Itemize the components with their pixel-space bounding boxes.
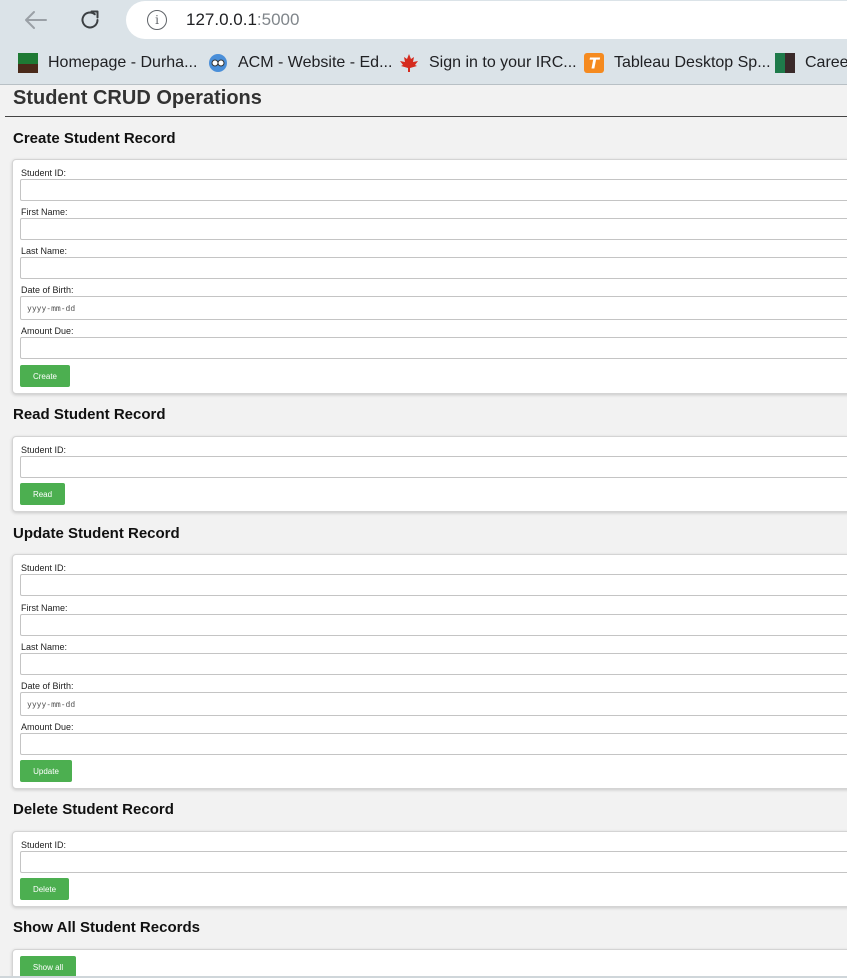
durham-icon <box>18 53 38 73</box>
career-icon <box>775 53 795 73</box>
create-student-id-label: Student ID: <box>21 168 67 178</box>
update-dob-input[interactable]: yyyy-mm-dd <box>20 692 847 716</box>
delete-student-id-input[interactable] <box>20 851 847 873</box>
read-form: Student ID: Read <box>12 436 847 512</box>
show-all-button[interactable]: Show all <box>20 956 76 978</box>
url-host: 127.0.0.1 <box>186 10 257 29</box>
browser-toolbar: i 127.0.0.1:5000 <box>0 0 847 40</box>
title-divider <box>5 116 847 117</box>
create-dob-placeholder: yyyy-mm-dd <box>27 303 76 313</box>
update-form: Student ID: First Name: Last Name: Date … <box>12 554 847 789</box>
bookmarks-bar: Homepage - Durha... ACM - Website - Ed..… <box>0 40 847 85</box>
read-heading: Read Student Record <box>13 406 166 423</box>
update-heading: Update Student Record <box>13 525 180 542</box>
update-button[interactable]: Update <box>20 760 72 782</box>
maple-leaf-icon <box>399 53 419 73</box>
create-first-name-label: First Name: <box>21 207 68 217</box>
bookmark-tableau[interactable]: T Tableau Desktop Sp... <box>584 51 771 75</box>
bookmark-label: Homepage - Durha... <box>48 54 198 71</box>
bookmark-career[interactable]: Career <box>775 51 847 75</box>
update-amount-label: Amount Due: <box>21 722 74 732</box>
arrow-left-icon <box>25 11 47 29</box>
reload-icon <box>81 10 99 29</box>
bookmark-label: Sign in to your IRC... <box>429 54 577 71</box>
reload-button[interactable] <box>76 6 104 34</box>
site-info-icon[interactable]: i <box>147 10 167 30</box>
url-text[interactable]: 127.0.0.1:5000 <box>186 10 299 30</box>
create-button[interactable]: Create <box>20 365 70 387</box>
create-last-name-input[interactable] <box>20 257 847 279</box>
bookmark-ircc[interactable]: Sign in to your IRC... <box>399 51 577 75</box>
update-student-id-label: Student ID: <box>21 563 67 573</box>
update-last-name-input[interactable] <box>20 653 847 675</box>
create-first-name-input[interactable] <box>20 218 847 240</box>
delete-button[interactable]: Delete <box>20 878 69 900</box>
update-last-name-label: Last Name: <box>21 642 68 652</box>
read-student-id-input[interactable] <box>20 456 847 478</box>
update-dob-placeholder: yyyy-mm-dd <box>27 699 76 709</box>
create-dob-label: Date of Birth: <box>21 285 74 295</box>
update-dob-label: Date of Birth: <box>21 681 74 691</box>
bookmark-label: ACM - Website - Ed... <box>238 54 393 71</box>
page-title: Student CRUD Operations <box>13 87 262 109</box>
address-bar[interactable]: i 127.0.0.1:5000 <box>126 1 847 39</box>
delete-student-id-label: Student ID: <box>21 840 67 850</box>
bookmark-durham[interactable]: Homepage - Durha... <box>18 51 197 75</box>
create-student-id-input[interactable] <box>20 179 847 201</box>
update-amount-input[interactable] <box>20 733 847 755</box>
update-first-name-input[interactable] <box>20 614 847 636</box>
create-heading: Create Student Record <box>13 130 176 147</box>
show-all-heading: Show All Student Records <box>13 919 200 936</box>
bookmark-label: Career <box>805 54 847 71</box>
delete-form: Student ID: Delete <box>12 831 847 907</box>
tableau-icon: T <box>584 53 604 73</box>
create-form: Student ID: First Name: Last Name: Date … <box>12 159 847 394</box>
read-button[interactable]: Read <box>20 483 65 505</box>
create-amount-input[interactable] <box>20 337 847 359</box>
delete-heading: Delete Student Record <box>13 801 174 818</box>
url-port: :5000 <box>256 10 300 29</box>
read-student-id-label: Student ID: <box>21 445 67 455</box>
bookmark-acm[interactable]: ACM - Website - Ed... <box>208 51 392 75</box>
create-last-name-label: Last Name: <box>21 246 68 256</box>
update-student-id-input[interactable] <box>20 574 847 596</box>
create-amount-label: Amount Due: <box>21 326 74 336</box>
bookmark-label: Tableau Desktop Sp... <box>614 54 771 71</box>
show-all-form: Show all <box>12 949 847 978</box>
svg-text:T: T <box>589 55 601 73</box>
create-dob-input[interactable]: yyyy-mm-dd <box>20 296 847 320</box>
page-content: Student CRUD Operations Create Student R… <box>0 85 847 978</box>
update-first-name-label: First Name: <box>21 603 68 613</box>
acm-icon <box>208 53 228 73</box>
back-button[interactable] <box>21 6 49 34</box>
